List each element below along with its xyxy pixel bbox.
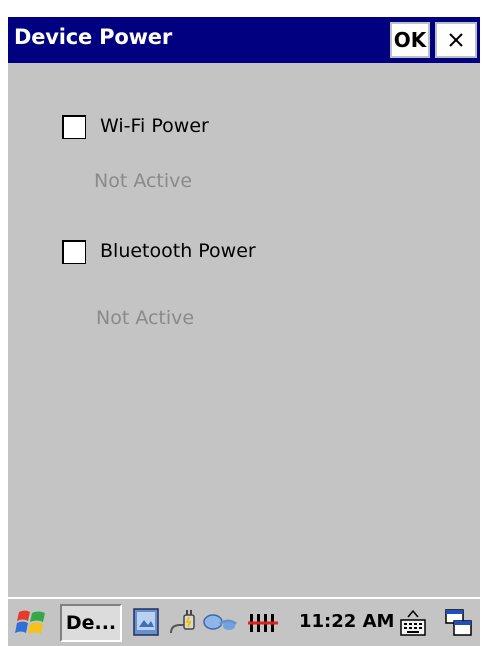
taskbar: De... 11:22 AM [8,597,480,646]
taskbar-clock[interactable]: 11:22 AM [299,611,394,632]
wifi-power-label[interactable]: Wi-Fi Power [100,115,209,137]
network-icon-wrap[interactable] [202,607,238,641]
signal-bars-icon-wrap[interactable] [248,612,282,638]
start-button[interactable] [12,605,52,641]
start-icon [15,610,45,634]
desktop-icon-wrap[interactable] [132,607,160,641]
wifi-power-checkbox[interactable] [62,115,86,139]
power-plug-icon [170,610,195,634]
desktop-icon [133,608,159,636]
keyboard-icon [400,609,426,636]
bluetooth-power-label[interactable]: Bluetooth Power [100,240,256,262]
network-icon [203,614,237,630]
window-switch-icon [445,609,472,636]
signal-bars-icon [248,614,278,632]
close-button[interactable] [435,22,477,58]
window-title: Device Power [14,25,172,49]
bluetooth-status-text: Not Active [96,307,195,329]
title-bar: Device Power OK [8,17,480,63]
screen: Device Power OK Wi-Fi Power Not Active B… [0,0,484,646]
wifi-status-text: Not Active [94,170,193,192]
close-icon [449,33,463,47]
keyboard-icon-wrap[interactable] [399,607,427,643]
window-switch-icon-wrap[interactable] [444,607,474,643]
bluetooth-power-checkbox[interactable] [62,240,86,264]
power-plug-icon-wrap[interactable] [168,607,198,641]
ok-button[interactable]: OK [390,22,430,58]
client-area: Wi-Fi Power Not Active Bluetooth Power N… [8,63,480,597]
taskbar-task-device-power[interactable]: De... [60,604,122,642]
